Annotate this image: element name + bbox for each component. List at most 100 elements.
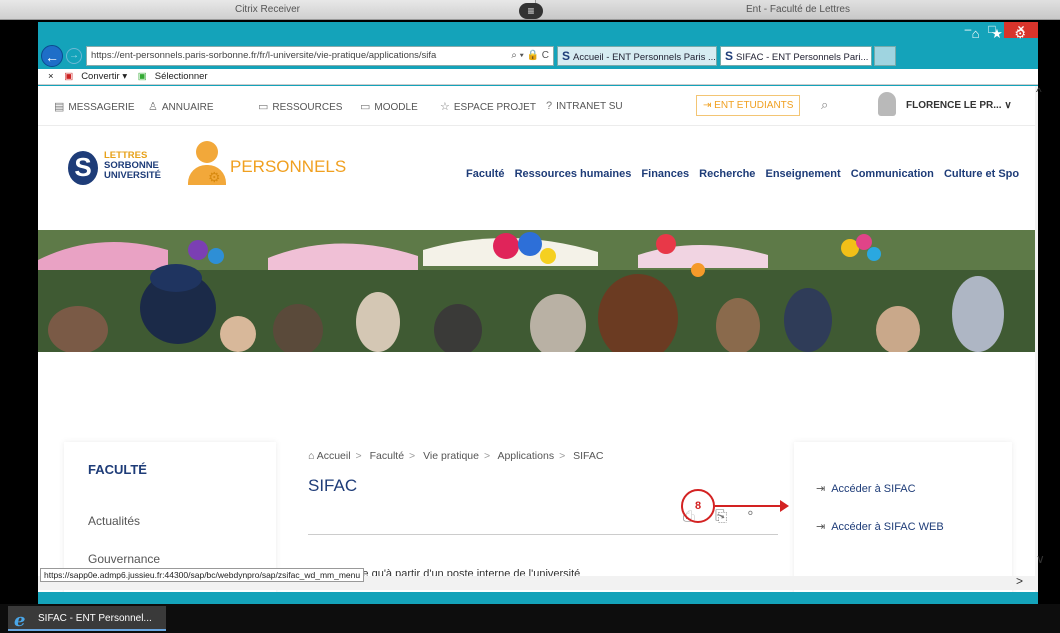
selectionner-button[interactable]: Sélectionner	[155, 71, 208, 82]
nav-finances[interactable]: Finances	[641, 168, 689, 180]
breadcrumb-applications[interactable]: Applications	[497, 450, 554, 462]
convert-pdf-icon: ▣	[64, 71, 74, 82]
sidebar-title: FACULTÉ	[88, 462, 147, 477]
scroll-down-icon[interactable]: ∨	[1036, 552, 1045, 566]
user-menu[interactable]: FLORENCE LE PR... ∨	[906, 100, 1012, 111]
home-favorites-settings-icon[interactable]: ⌂ ★ ⚙	[972, 26, 1030, 42]
personnels-label: PERSONNELS	[230, 157, 347, 176]
login-icon: ⇥	[816, 483, 826, 495]
link-label: Accéder à SIFAC	[831, 483, 916, 495]
acceder-sifac-web-link[interactable]: ⇥ Accéder à SIFAC WEB	[816, 520, 944, 533]
browser-window: – □ × ← → https://ent-personnels.paris-s…	[38, 22, 1038, 604]
citrix-right-title: Ent - Faculté de Lettres	[535, 0, 1060, 20]
login-icon: ⇥	[816, 521, 826, 533]
home-icon[interactable]: ⌂	[308, 450, 314, 462]
acceder-sifac-link[interactable]: ⇥ Accéder à SIFAC	[816, 482, 916, 495]
nav-annuaire[interactable]: ♙ ANNUAIRE	[148, 100, 214, 113]
status-bar-url: https://sapp0e.admp6.jussieu.fr:44300/sa…	[40, 568, 365, 582]
citrix-left-title: Citrix Receiver	[0, 0, 535, 20]
nav-label: INTRANET SU	[556, 101, 623, 112]
login-icon: ⇥	[703, 100, 712, 111]
taskbar-item-label: SIFAC - ENT Personnel...	[38, 613, 152, 624]
nav-enseignement[interactable]: Enseignement	[766, 168, 841, 180]
tab-sifac[interactable]: S SIFAC - ENT Personnels Pari... ×	[720, 46, 872, 66]
tab-accueil[interactable]: S Accueil - ENT Personnels Paris ...	[557, 46, 717, 66]
main-navigation: Faculté Ressources humaines Finances Rec…	[466, 168, 1026, 180]
address-url[interactable]: https://ent-personnels.paris-sorbonne.fr…	[91, 47, 507, 65]
mail-icon: ▤	[54, 101, 65, 113]
title-divider	[308, 534, 778, 535]
forward-button[interactable]: →	[66, 48, 82, 64]
nav-ressources-humaines[interactable]: Ressources humaines	[515, 168, 632, 180]
breadcrumb-separator: >	[409, 450, 416, 462]
nav-moodle[interactable]: ▭ MOODLE	[360, 100, 418, 113]
nav-faculte[interactable]: Faculté	[466, 168, 505, 180]
link-label: Accéder à SIFAC WEB	[831, 521, 944, 533]
close-bar-icon[interactable]: ×	[48, 71, 54, 82]
breadcrumb-vie-pratique[interactable]: Vie pratique	[423, 450, 479, 462]
tab-label: Accueil - ENT Personnels Paris ...	[573, 52, 716, 63]
annotation-arrowhead	[780, 500, 789, 512]
breadcrumb-separator: >	[483, 450, 491, 462]
site-favicon-icon: S	[725, 49, 734, 63]
annotation-arrow-line	[715, 505, 783, 507]
citrix-toolbar-handle[interactable]: ≡	[519, 3, 543, 19]
nav-label: MESSAGERIE	[68, 102, 135, 113]
web-page: ▤ MESSAGERIE ♙ ANNUAIRE ▭ RESSOURCES ▭ MOODL…	[38, 86, 1038, 592]
vertical-scrollbar[interactable]	[1035, 86, 1038, 592]
nav-communication[interactable]: Communication	[851, 168, 934, 180]
nav-espace-projet[interactable]: ☆ ESPACE PROJET	[440, 100, 536, 113]
sorbonne-logo-icon: S	[68, 151, 98, 185]
nav-culture-et-sport[interactable]: Culture et Spo	[944, 168, 1019, 180]
step-number-annotation: 8	[681, 489, 715, 523]
breadcrumb: ⌂ Accueil > Faculté > Vie pratique > Applic…	[308, 450, 603, 462]
tab-label: SIFAC - ENT Personnels Pari... ×	[736, 52, 872, 63]
nav-recherche[interactable]: Recherche	[699, 168, 755, 180]
search-icon[interactable]: ⌕	[821, 97, 828, 113]
logo-line-universite: UNIVERSITÉ	[104, 170, 162, 181]
banner-garden-party-image	[38, 230, 1035, 352]
address-row: ← → https://ent-personnels.paris-sorbonn…	[38, 44, 1038, 68]
nav-label: ESPACE PROJET	[453, 102, 536, 113]
select-pdf-icon: ▣	[137, 71, 147, 82]
breadcrumb-sifac: SIFAC	[573, 450, 604, 462]
breadcrumb-faculte[interactable]: Faculté	[370, 450, 404, 462]
nav-label: MOODLE	[374, 102, 418, 113]
convertir-button[interactable]: Convertir ▾	[81, 71, 127, 82]
ent-etudiants-button[interactable]: ⇥ ENT ETUDIANTS	[696, 95, 801, 116]
ent-etudiants-label: ENT ETUDIANTS	[714, 100, 794, 111]
address-actions-icon[interactable]: ⌕ ▾ 🔒 C	[507, 47, 553, 65]
breadcrumb-separator: >	[355, 450, 362, 462]
sidebar-item-actualites[interactable]: Actualités	[88, 514, 140, 528]
breadcrumb-separator: >	[559, 450, 566, 462]
new-tab-button[interactable]	[874, 46, 896, 66]
site-favicon-icon: S	[562, 49, 571, 63]
nav-messagerie[interactable]: ▤ MESSAGERIE	[54, 100, 135, 113]
username-label: FLORENCE LE PR...	[906, 100, 1002, 111]
taskbar: e SIFAC - ENT Personnel...	[0, 604, 1060, 633]
address-bar[interactable]: https://ent-personnels.paris-sorbonne.fr…	[86, 46, 554, 66]
nav-intranet-su[interactable]: ? INTRANET SU	[546, 100, 623, 112]
help-icon: ?	[546, 100, 553, 112]
nav-label: RESSOURCES	[272, 102, 343, 113]
sorbonne-logo-text: LETTRES SORBONNE UNIVERSITÉ	[104, 151, 161, 181]
right-panel: ⇥ Accéder à SIFAC ⇥ Accéder à SIFAC WEB	[794, 442, 1012, 592]
back-button[interactable]: ←	[41, 45, 63, 67]
banner-photo	[38, 230, 1035, 352]
scroll-right-icon[interactable]: >	[1016, 574, 1023, 588]
person-icon: ♙	[148, 101, 158, 113]
ent-top-bar: ▤ MESSAGERIE ♙ ANNUAIRE ▭ RESSOURCES ▭ MOODL…	[38, 86, 1035, 126]
page-title: SIFAC	[308, 476, 358, 495]
nav-ressources[interactable]: ▭ RESSOURCES	[258, 100, 342, 113]
avatar[interactable]	[878, 92, 896, 116]
internet-explorer-icon: e	[14, 610, 26, 631]
command-bar: × ▣ Convertir ▾ ▣ Sélectionner	[38, 69, 1038, 85]
folder-icon: ▭	[258, 101, 269, 113]
sidebar-item-gouvernance[interactable]: Gouvernance	[88, 552, 160, 566]
breadcrumb-accueil[interactable]: Accueil	[317, 450, 351, 462]
star-icon: ☆	[440, 101, 450, 113]
nav-label: ANNUAIRE	[161, 102, 214, 113]
scroll-up-icon[interactable]: ^	[1036, 85, 1042, 99]
taskbar-item-sifac[interactable]: e SIFAC - ENT Personnel...	[8, 606, 166, 631]
personnels-icon: ⚙	[188, 141, 226, 187]
